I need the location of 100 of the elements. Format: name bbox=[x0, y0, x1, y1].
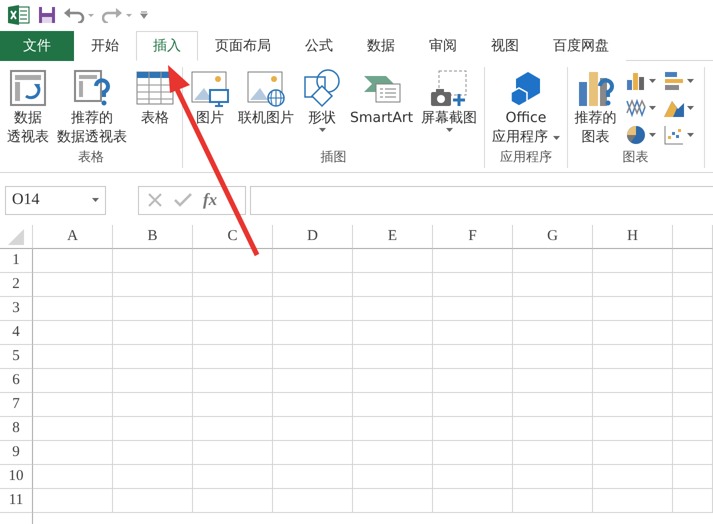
ribbon-command[interactable]: Office 应用程序 bbox=[490, 67, 562, 148]
row-header[interactable]: 9 bbox=[0, 441, 33, 465]
cancel-icon[interactable] bbox=[147, 192, 163, 208]
ribbon-command[interactable]: 表格 bbox=[133, 67, 177, 148]
grid-cell[interactable] bbox=[593, 417, 673, 441]
column-header[interactable]: A bbox=[33, 225, 113, 249]
grid-cell[interactable] bbox=[433, 369, 513, 393]
row-header[interactable]: 4 bbox=[0, 321, 33, 345]
ribbon-command[interactable]: 推荐的 数据透视表 bbox=[55, 67, 129, 148]
grid-cell[interactable] bbox=[513, 297, 593, 321]
grid-cell[interactable] bbox=[113, 321, 193, 345]
grid-cell[interactable] bbox=[513, 249, 593, 273]
grid-cell[interactable] bbox=[33, 417, 113, 441]
grid-cell[interactable] bbox=[353, 393, 433, 417]
grid-cell[interactable] bbox=[113, 393, 193, 417]
grid-cell[interactable] bbox=[433, 465, 513, 489]
grid-cell[interactable] bbox=[273, 465, 353, 489]
grid-cell[interactable] bbox=[33, 465, 113, 489]
grid-cell[interactable] bbox=[673, 345, 713, 369]
insert-function-button[interactable]: fx bbox=[203, 190, 218, 210]
grid-cell[interactable] bbox=[113, 489, 193, 513]
grid-cell[interactable] bbox=[193, 489, 273, 513]
grid-cell[interactable] bbox=[673, 297, 713, 321]
column-header[interactable]: G bbox=[513, 225, 593, 249]
grid-cell[interactable] bbox=[433, 393, 513, 417]
grid-cell[interactable] bbox=[193, 417, 273, 441]
ribbon-tab[interactable]: 插入 bbox=[136, 31, 198, 61]
column-header[interactable]: C bbox=[193, 225, 273, 249]
grid-cell[interactable] bbox=[193, 297, 273, 321]
grid-cell[interactable] bbox=[273, 297, 353, 321]
grid-cell[interactable] bbox=[433, 249, 513, 273]
grid-cell[interactable] bbox=[113, 417, 193, 441]
grid-cell[interactable] bbox=[513, 441, 593, 465]
grid-cell[interactable] bbox=[113, 297, 193, 321]
grid-cell[interactable] bbox=[273, 345, 353, 369]
row-header[interactable]: 11 bbox=[0, 489, 33, 513]
grid-cell[interactable] bbox=[113, 249, 193, 273]
grid-cell[interactable] bbox=[353, 297, 433, 321]
column-header[interactable]: E bbox=[353, 225, 433, 249]
grid-cell[interactable] bbox=[593, 393, 673, 417]
row-header[interactable]: 7 bbox=[0, 393, 33, 417]
grid-cell[interactable] bbox=[193, 369, 273, 393]
grid-cell[interactable] bbox=[593, 465, 673, 489]
grid-cell[interactable] bbox=[353, 441, 433, 465]
row-header[interactable]: 2 bbox=[0, 273, 33, 297]
grid-cell[interactable] bbox=[513, 273, 593, 297]
grid-cell[interactable] bbox=[193, 345, 273, 369]
ribbon-command[interactable]: 图片 bbox=[188, 67, 232, 148]
grid-cell[interactable] bbox=[513, 345, 593, 369]
formula-input[interactable] bbox=[250, 186, 713, 214]
row-header[interactable]: 10 bbox=[0, 465, 33, 489]
grid-cell[interactable] bbox=[593, 345, 673, 369]
grid-cell[interactable] bbox=[513, 393, 593, 417]
grid-cell[interactable] bbox=[353, 345, 433, 369]
grid-cell[interactable] bbox=[433, 273, 513, 297]
ribbon-command[interactable]: 形状 bbox=[300, 67, 344, 148]
grid-cell[interactable] bbox=[673, 249, 713, 273]
grid-cell[interactable] bbox=[273, 273, 353, 297]
grid-cell[interactable] bbox=[33, 297, 113, 321]
customize-toolbar-icon[interactable] bbox=[140, 11, 148, 19]
ribbon-command[interactable]: 数据 透视表 bbox=[5, 67, 51, 148]
grid-cell[interactable] bbox=[593, 249, 673, 273]
grid-cell[interactable] bbox=[353, 249, 433, 273]
grid-cell[interactable] bbox=[353, 489, 433, 513]
grid-cell[interactable] bbox=[33, 369, 113, 393]
name-box[interactable]: O14 bbox=[5, 186, 106, 214]
grid-cell[interactable] bbox=[33, 249, 113, 273]
grid-cell[interactable] bbox=[513, 417, 593, 441]
grid-cell[interactable] bbox=[673, 393, 713, 417]
ribbon-command[interactable]: 推荐的 图表 bbox=[572, 67, 619, 148]
grid-cell[interactable] bbox=[273, 489, 353, 513]
grid-cell[interactable] bbox=[113, 441, 193, 465]
row-header[interactable]: 5 bbox=[0, 345, 33, 369]
redo-icon[interactable] bbox=[102, 7, 132, 23]
grid-cell[interactable] bbox=[433, 297, 513, 321]
row-header[interactable]: 6 bbox=[0, 369, 33, 393]
grid-cell[interactable] bbox=[273, 417, 353, 441]
column-header[interactable] bbox=[673, 225, 713, 249]
grid-cell[interactable] bbox=[273, 249, 353, 273]
grid-cell[interactable] bbox=[353, 417, 433, 441]
save-icon[interactable] bbox=[38, 6, 56, 24]
ribbon-command[interactable]: 屏幕截图 bbox=[419, 67, 480, 148]
grid-cell[interactable] bbox=[33, 345, 113, 369]
file-tab[interactable]: 文件 bbox=[0, 31, 74, 61]
grid-cell[interactable] bbox=[673, 489, 713, 513]
grid-cell[interactable] bbox=[193, 465, 273, 489]
column-header[interactable]: D bbox=[273, 225, 353, 249]
check-icon[interactable] bbox=[174, 192, 192, 208]
grid-cell[interactable] bbox=[433, 441, 513, 465]
column-header[interactable]: F bbox=[433, 225, 513, 249]
grid-cell[interactable] bbox=[33, 393, 113, 417]
grid-cell[interactable] bbox=[513, 489, 593, 513]
grid-cell[interactable] bbox=[353, 369, 433, 393]
select-all-triangle-icon[interactable] bbox=[8, 228, 24, 244]
grid-cell[interactable] bbox=[513, 321, 593, 345]
grid-cell[interactable] bbox=[513, 369, 593, 393]
grid-cell[interactable] bbox=[193, 321, 273, 345]
grid-cell[interactable] bbox=[593, 441, 673, 465]
grid-cell[interactable] bbox=[673, 273, 713, 297]
grid-cell[interactable] bbox=[673, 441, 713, 465]
